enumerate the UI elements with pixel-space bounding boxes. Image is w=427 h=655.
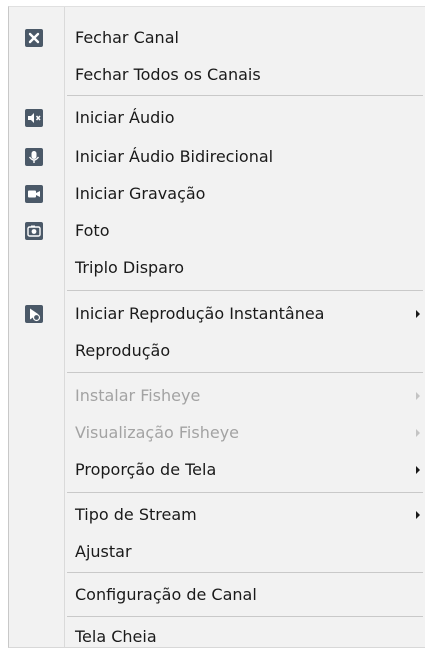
menu-item-fechar-todos-canais[interactable]: Fechar Todos os Canais — [9, 57, 426, 93]
menu-item-label: Iniciar Áudio Bidirecional — [75, 147, 274, 166]
speaker-muted-icon — [25, 109, 43, 127]
menu-item-configuracao-de-canal[interactable]: Configuração de Canal — [9, 577, 426, 613]
menu-item-fechar-canal[interactable]: Fechar Canal — [9, 20, 426, 56]
instant-playback-icon — [25, 305, 43, 323]
menu-item-iniciar-reproducao-instantanea[interactable]: Iniciar Reprodução Instantânea — [9, 296, 426, 332]
menu-item-iniciar-gravacao[interactable]: Iniciar Gravação — [9, 176, 426, 212]
context-menu: Fechar Canal Fechar Todos os Canais Inic… — [8, 6, 425, 648]
menu-item-label: Tela Cheia — [75, 627, 157, 646]
menu-separator — [67, 492, 423, 493]
menu-separator — [67, 372, 423, 373]
submenu-arrow-icon — [416, 392, 420, 400]
menu-item-label: Foto — [75, 221, 110, 240]
menu-separator — [67, 95, 423, 96]
menu-item-label: Iniciar Gravação — [75, 184, 206, 203]
menu-item-label: Tipo de Stream — [75, 505, 197, 524]
camera-icon — [25, 222, 43, 240]
submenu-arrow-icon — [416, 511, 420, 519]
menu-item-tela-cheia[interactable]: Tela Cheia — [9, 619, 426, 655]
menu-item-instalar-fisheye: Instalar Fisheye — [9, 378, 426, 414]
menu-item-proporcao-de-tela[interactable]: Proporção de Tela — [9, 452, 426, 488]
menu-item-label: Fechar Canal — [75, 28, 179, 47]
menu-item-label: Triplo Disparo — [75, 258, 184, 277]
menu-item-tipo-de-stream[interactable]: Tipo de Stream — [9, 497, 426, 533]
menu-item-ajustar[interactable]: Ajustar — [9, 534, 426, 570]
menu-item-label: Configuração de Canal — [75, 585, 257, 604]
menu-separator — [67, 290, 423, 291]
menu-separator — [67, 616, 423, 617]
menu-item-triplo-disparo[interactable]: Triplo Disparo — [9, 250, 426, 286]
submenu-arrow-icon — [416, 466, 420, 474]
menu-item-label: Iniciar Áudio — [75, 108, 175, 127]
menu-item-label: Proporção de Tela — [75, 460, 217, 479]
menu-item-visualizacao-fisheye: Visualização Fisheye — [9, 415, 426, 451]
menu-item-foto[interactable]: Foto — [9, 213, 426, 249]
menu-item-label: Instalar Fisheye — [75, 386, 201, 405]
submenu-arrow-icon — [416, 310, 420, 318]
menu-item-reproducao[interactable]: Reprodução — [9, 333, 426, 369]
submenu-arrow-icon — [416, 429, 420, 437]
menu-item-iniciar-audio[interactable]: Iniciar Áudio — [9, 100, 426, 136]
menu-item-label: Fechar Todos os Canais — [75, 65, 261, 84]
menu-separator — [67, 572, 423, 573]
microphone-icon — [25, 148, 43, 166]
menu-item-label: Reprodução — [75, 341, 171, 360]
menu-item-label: Visualização Fisheye — [75, 423, 240, 442]
menu-item-label: Iniciar Reprodução Instantânea — [75, 304, 325, 323]
close-icon — [25, 29, 43, 47]
video-camera-icon — [25, 185, 43, 203]
menu-item-label: Ajustar — [75, 542, 132, 561]
menu-item-iniciar-audio-bidirecional[interactable]: Iniciar Áudio Bidirecional — [9, 139, 426, 175]
